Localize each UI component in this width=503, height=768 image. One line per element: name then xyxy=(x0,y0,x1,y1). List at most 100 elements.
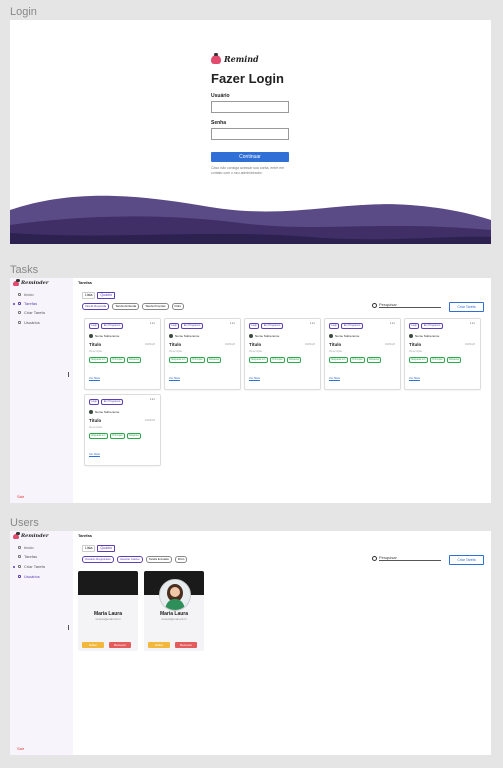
sidebar-item-tasks[interactable]: Tarefas xyxy=(18,554,37,559)
task-date: 01/01/24 xyxy=(384,343,395,346)
continue-button[interactable]: Continuar xyxy=(211,152,289,162)
see-more-link[interactable]: Ver Mais xyxy=(329,376,340,380)
status-chip: Em Progresso xyxy=(101,323,123,329)
filter-chip[interactable]: Filtro xyxy=(171,303,185,310)
sidebar-item-create-task[interactable]: Criar Tarefa xyxy=(18,564,45,569)
password-input[interactable] xyxy=(211,128,289,140)
avatar xyxy=(249,334,253,338)
tag: Etiqueta xyxy=(126,357,142,363)
see-more-link[interactable]: Ver Mais xyxy=(89,376,100,380)
sidebar-item-create-task[interactable]: Criar Tarefa xyxy=(18,310,45,315)
sidebar-item-label: Usuários xyxy=(24,320,40,325)
sidebar-resize-handle[interactable] xyxy=(68,625,69,630)
filter-chip[interactable]: Tarefa Próprias xyxy=(142,303,169,310)
see-more-link[interactable]: Ver Mais xyxy=(169,376,180,380)
remove-button[interactable]: Remover xyxy=(109,642,131,648)
more-options-icon[interactable]: ··· xyxy=(390,321,395,327)
frame-label-login: Login xyxy=(10,6,37,18)
sidebar-item-users[interactable]: Usuários xyxy=(18,320,40,325)
tag: Etiqueta um xyxy=(249,357,268,363)
list-view-button[interactable]: Lista xyxy=(82,545,96,552)
search-input[interactable]: Pesquisar xyxy=(379,302,441,308)
logo-text: Remind xyxy=(224,54,259,64)
filter-chip[interactable]: Usuário Inativo xyxy=(116,556,143,563)
board-view-button[interactable]: Quadro xyxy=(97,292,116,299)
filter-chip[interactable]: Tarefa Enviada xyxy=(145,556,172,563)
sidebar-item-label: Tarefas xyxy=(24,554,38,559)
more-options-icon[interactable]: ··· xyxy=(230,321,235,327)
page-title: Tarefas xyxy=(78,280,92,285)
task-card[interactable]: Hoje Em Progresso ··· Nome Sobrenome Títu… xyxy=(84,318,161,390)
remove-button[interactable]: Remover xyxy=(175,642,197,648)
more-options-icon[interactable]: ··· xyxy=(150,321,155,327)
username-label: Usuário xyxy=(211,93,230,99)
status-chip: Hoje xyxy=(89,399,100,405)
sidebar-item-users[interactable]: Usuários xyxy=(18,574,40,579)
login-screen: Remind Fazer Login Usuário Senha Continu… xyxy=(10,20,491,244)
task-date: 01/01/24 xyxy=(144,419,155,422)
sidebar-item-label: Tarefas xyxy=(24,301,38,306)
logo: Reminder xyxy=(13,278,49,286)
logout-link[interactable]: Sair xyxy=(17,494,24,499)
see-more-link[interactable]: Ver Mais xyxy=(249,376,260,380)
user-card[interactable]: Maria Laura ma.laura@email.com.br Editar… xyxy=(78,571,138,651)
sidebar-item-tasks[interactable]: Tarefas xyxy=(18,301,37,306)
status-chip: Em Progresso xyxy=(341,323,363,329)
filter-chip[interactable]: Usuário Registrado xyxy=(82,556,114,563)
tag: Etiqueta um xyxy=(169,357,188,363)
sidebar-item-label: Criar Tarefa xyxy=(24,564,45,569)
sidebar-item-home[interactable]: Início xyxy=(18,292,34,297)
decorative-wave xyxy=(10,195,491,244)
task-card[interactable]: Hoje Em Progresso ··· Nome Sobrenome Títu… xyxy=(84,394,161,466)
avatar xyxy=(89,334,93,338)
page-title: Fazer Login xyxy=(211,71,284,86)
filter-chip[interactable]: Tarefa Atribuída xyxy=(112,303,140,310)
task-description: Descrição xyxy=(89,349,103,353)
board-view-button[interactable]: Quadro xyxy=(97,545,116,552)
task-card[interactable]: Hoje Em Progresso ··· Nome Sobrenome Títu… xyxy=(324,318,401,390)
avatar xyxy=(89,410,93,414)
more-options-icon[interactable]: ··· xyxy=(150,397,155,403)
tag: Etiqueta um xyxy=(89,433,108,439)
task-title: Título xyxy=(89,418,102,423)
owner-name: Nome Sobrenome xyxy=(95,334,120,338)
edit-button[interactable]: Editar xyxy=(82,642,104,648)
sidebar-resize-handle[interactable] xyxy=(68,372,69,377)
see-more-link[interactable]: Ver Mais xyxy=(89,452,100,456)
task-description: Descrição xyxy=(169,349,183,353)
edit-button[interactable]: Editar xyxy=(148,642,170,648)
status-chip: Em Progresso xyxy=(181,323,203,329)
task-card[interactable]: Hoje Em Progresso ··· Nome Sobrenome Títu… xyxy=(244,318,321,390)
tag: Etiqueta xyxy=(446,357,462,363)
list-view-button[interactable]: Lista xyxy=(82,292,96,299)
filter-chip[interactable]: Tarefa Repetida xyxy=(82,303,110,310)
filter-chip[interactable]: Filtro xyxy=(174,556,188,563)
logo-text: Reminder xyxy=(21,280,49,286)
more-options-icon[interactable]: ··· xyxy=(470,321,475,327)
user-email: ma.laura@email.com.br xyxy=(95,618,121,621)
status-chip: Hoje xyxy=(169,323,180,329)
tag: Etiqueta um xyxy=(409,357,428,363)
status-chip: Hoje xyxy=(249,323,260,329)
task-description: Descrição xyxy=(409,349,423,353)
create-task-button[interactable]: Criar Tarefa xyxy=(449,302,484,312)
status-chip: Em Progresso xyxy=(101,399,123,405)
tag: Etiqueta xyxy=(366,357,382,363)
logo: Remind xyxy=(211,52,291,64)
username-input[interactable] xyxy=(211,101,289,113)
more-options-icon[interactable]: ··· xyxy=(310,321,315,327)
task-card[interactable]: Hoje Em Progresso ··· Nome Sobrenome Títu… xyxy=(404,318,481,390)
user-card[interactable]: Maria Laura ma.laura@email.com.br Editar… xyxy=(144,571,204,651)
active-indicator xyxy=(13,566,15,568)
search-input[interactable]: Pesquisar xyxy=(379,555,441,561)
task-card[interactable]: Hoje Em Progresso ··· Nome Sobrenome Títu… xyxy=(164,318,241,390)
task-date: 01/01/24 xyxy=(304,343,315,346)
task-title: Título xyxy=(329,342,342,347)
password-label: Senha xyxy=(211,120,227,126)
create-task-button[interactable]: Criar Tarefa xyxy=(449,555,484,565)
sidebar-item-home[interactable]: Início xyxy=(18,545,34,550)
remind-logo-icon xyxy=(13,278,20,286)
see-more-link[interactable]: Ver Mais xyxy=(409,376,420,380)
avatar xyxy=(159,579,191,611)
logout-link[interactable]: Sair xyxy=(17,746,24,751)
